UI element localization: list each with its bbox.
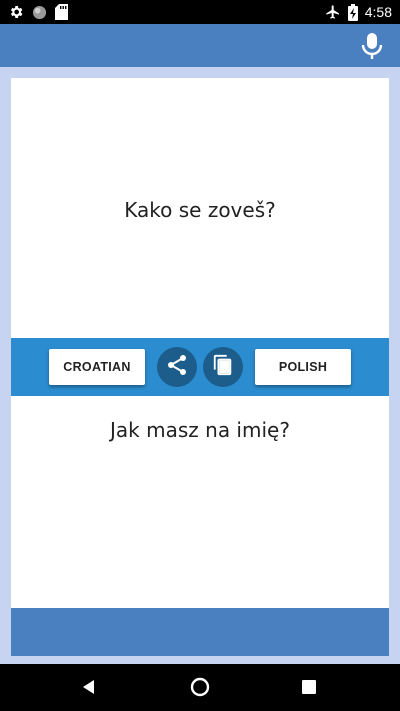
- sd-card-icon: [55, 4, 68, 20]
- airplane-mode-icon: [325, 4, 341, 20]
- target-language-button[interactable]: POLISH: [255, 349, 351, 385]
- status-time: 4:58: [364, 4, 392, 20]
- share-icon: [165, 353, 189, 382]
- mic-icon: [360, 33, 384, 64]
- recents-icon[interactable]: [302, 680, 316, 699]
- target-text: Jak masz na imię?: [110, 418, 290, 442]
- language-toolbar: CROATIAN POLISH: [11, 338, 389, 396]
- target-text-panel[interactable]: Jak masz na imię?: [11, 396, 389, 608]
- circle-notification-icon: [32, 5, 47, 20]
- share-button[interactable]: [157, 347, 197, 387]
- navigation-bar: [0, 664, 400, 711]
- battery-charging-icon: [347, 3, 358, 21]
- copy-button[interactable]: [203, 347, 243, 387]
- status-bar: 4:58: [0, 0, 400, 24]
- mic-button[interactable]: [360, 32, 384, 60]
- source-text: Kako se zoveš?: [124, 198, 276, 222]
- back-icon[interactable]: [80, 678, 98, 701]
- settings-icon: [8, 4, 24, 20]
- status-right-icons: 4:58: [325, 3, 392, 21]
- copy-icon: [212, 354, 234, 381]
- source-language-button[interactable]: CROATIAN: [49, 349, 145, 385]
- bottom-band: [11, 608, 389, 656]
- app-bar: [0, 24, 400, 67]
- status-left-icons: [8, 3, 68, 21]
- home-icon[interactable]: [190, 677, 210, 702]
- source-text-panel[interactable]: Kako se zoveš?: [11, 78, 389, 339]
